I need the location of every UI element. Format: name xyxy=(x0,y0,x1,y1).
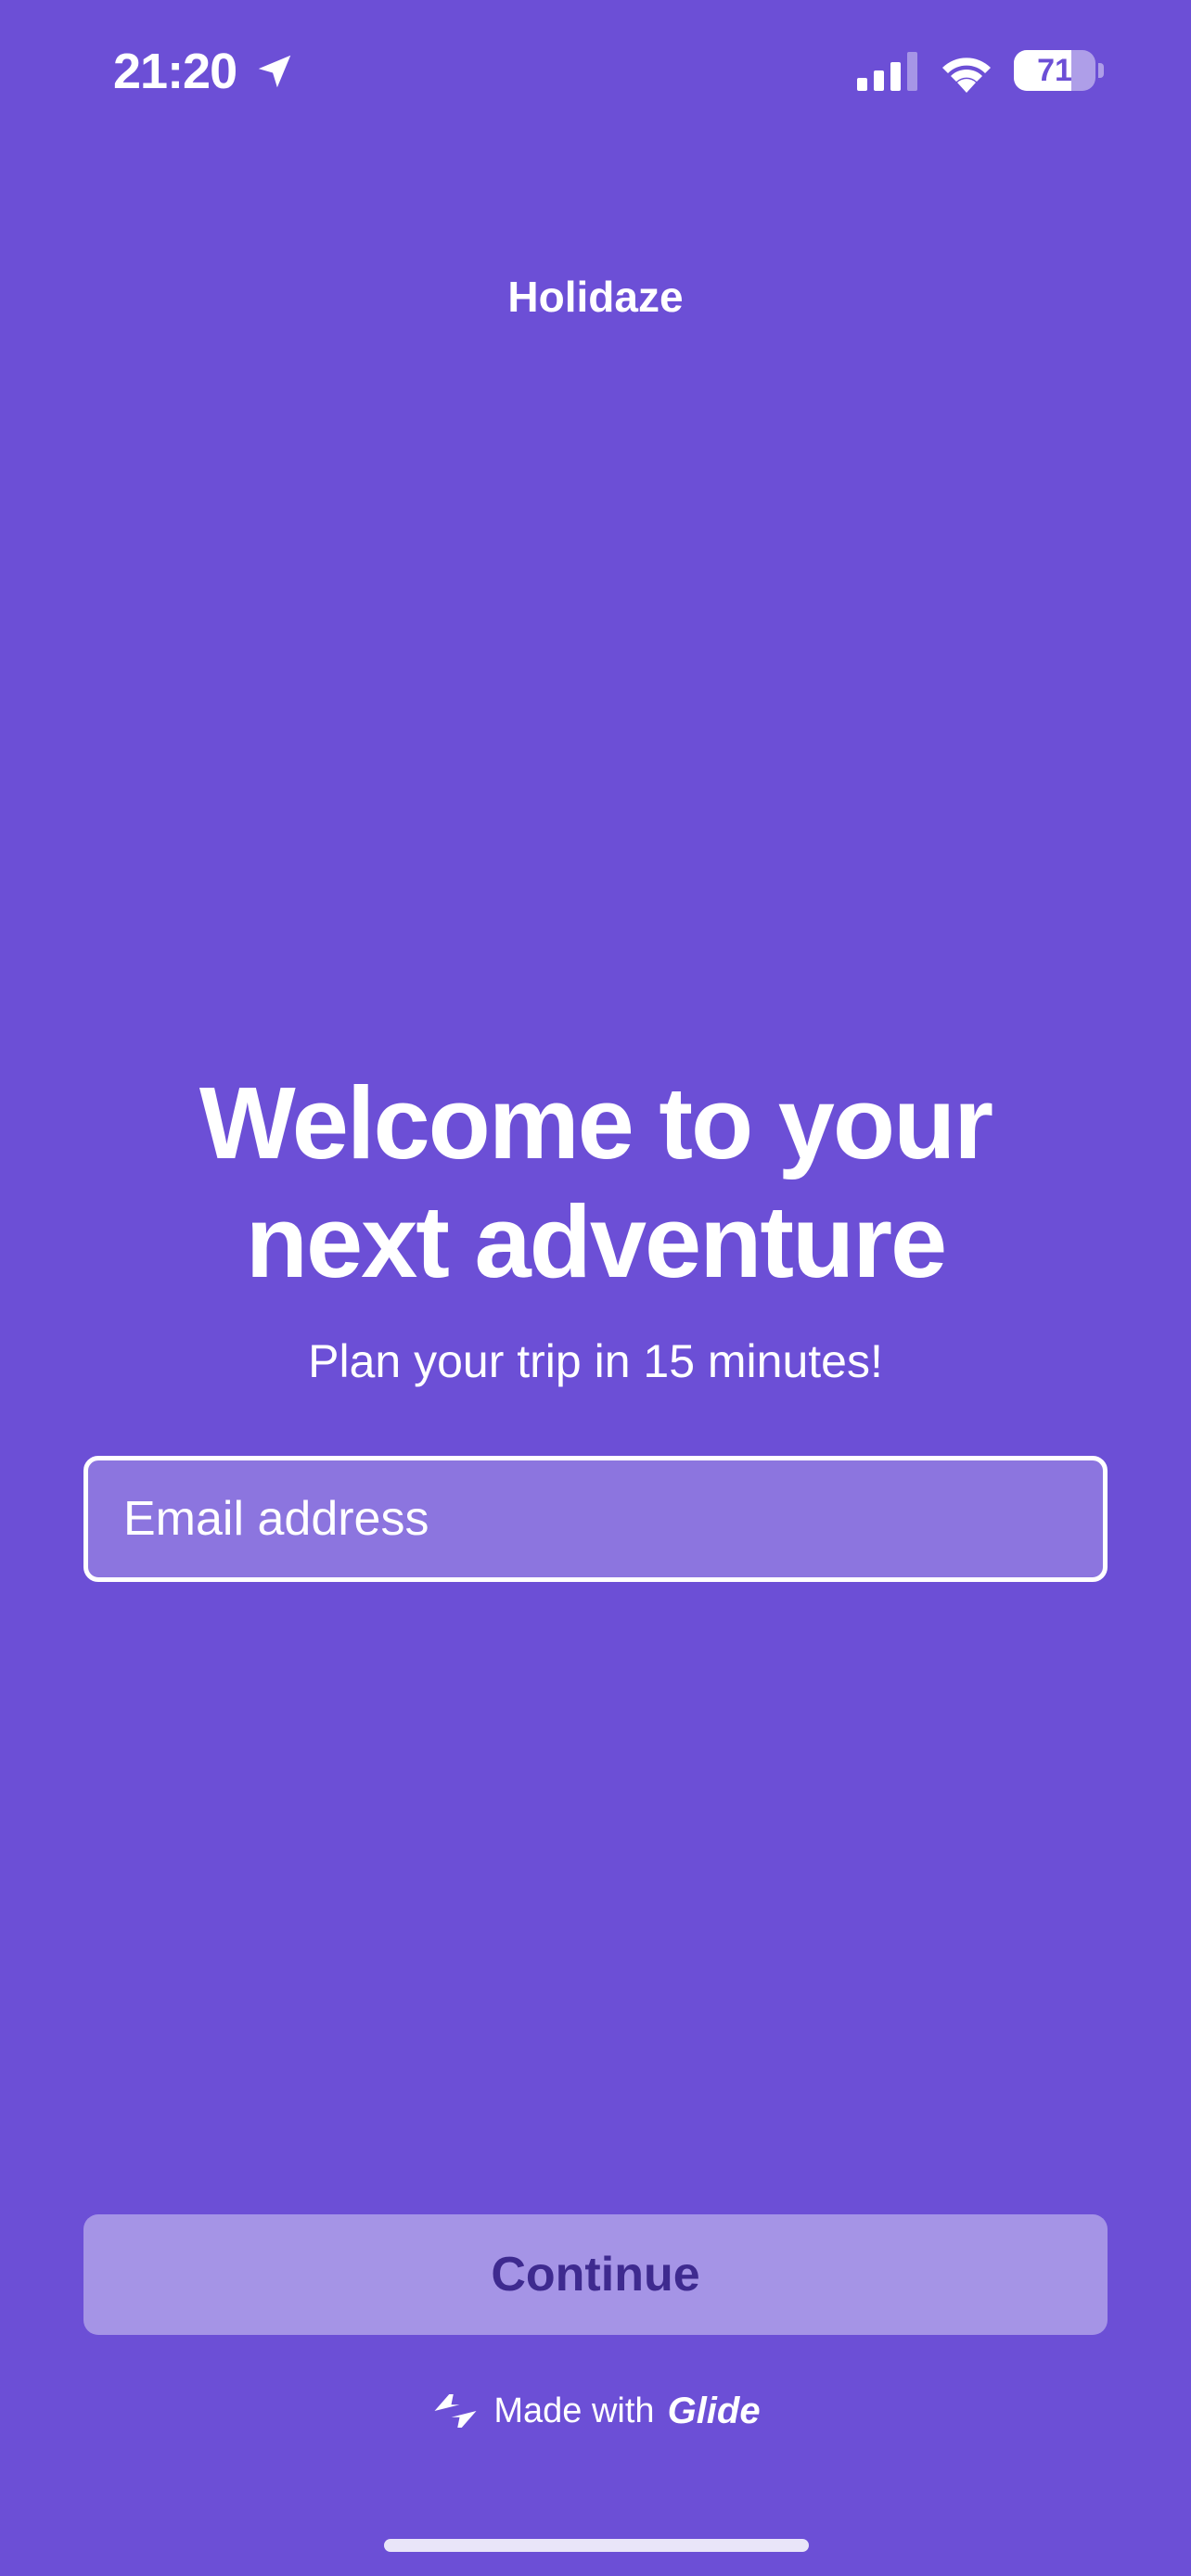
wifi-icon xyxy=(942,57,991,93)
battery-cap xyxy=(1098,63,1104,78)
headline-line-2: next adventure xyxy=(245,1185,947,1299)
glide-brand-label: Glide xyxy=(667,2390,761,2431)
location-arrow-icon xyxy=(258,55,291,88)
status-bar: 21:20 71 xyxy=(0,0,1191,139)
app-title: Holidaze xyxy=(507,273,684,321)
status-time: 21:20 xyxy=(113,44,237,99)
home-indicator xyxy=(384,2539,809,2552)
battery-icon: 71 xyxy=(1014,50,1095,91)
headline-line-1: Welcome to your xyxy=(198,1066,993,1180)
continue-button[interactable]: Continue xyxy=(83,2214,1108,2335)
cellular-signal-icon xyxy=(857,52,917,91)
made-with-label: Made with xyxy=(493,2391,655,2430)
glide-logo-icon xyxy=(434,2394,477,2428)
email-field[interactable] xyxy=(83,1456,1108,1582)
subtitle: Plan your trip in 15 minutes! xyxy=(308,1335,883,1387)
welcome-headline: Welcome to your next adventure xyxy=(56,1065,1135,1302)
battery-level: 71 xyxy=(1037,53,1072,88)
made-with-glide-link[interactable]: Made with Glide xyxy=(0,2381,1191,2441)
